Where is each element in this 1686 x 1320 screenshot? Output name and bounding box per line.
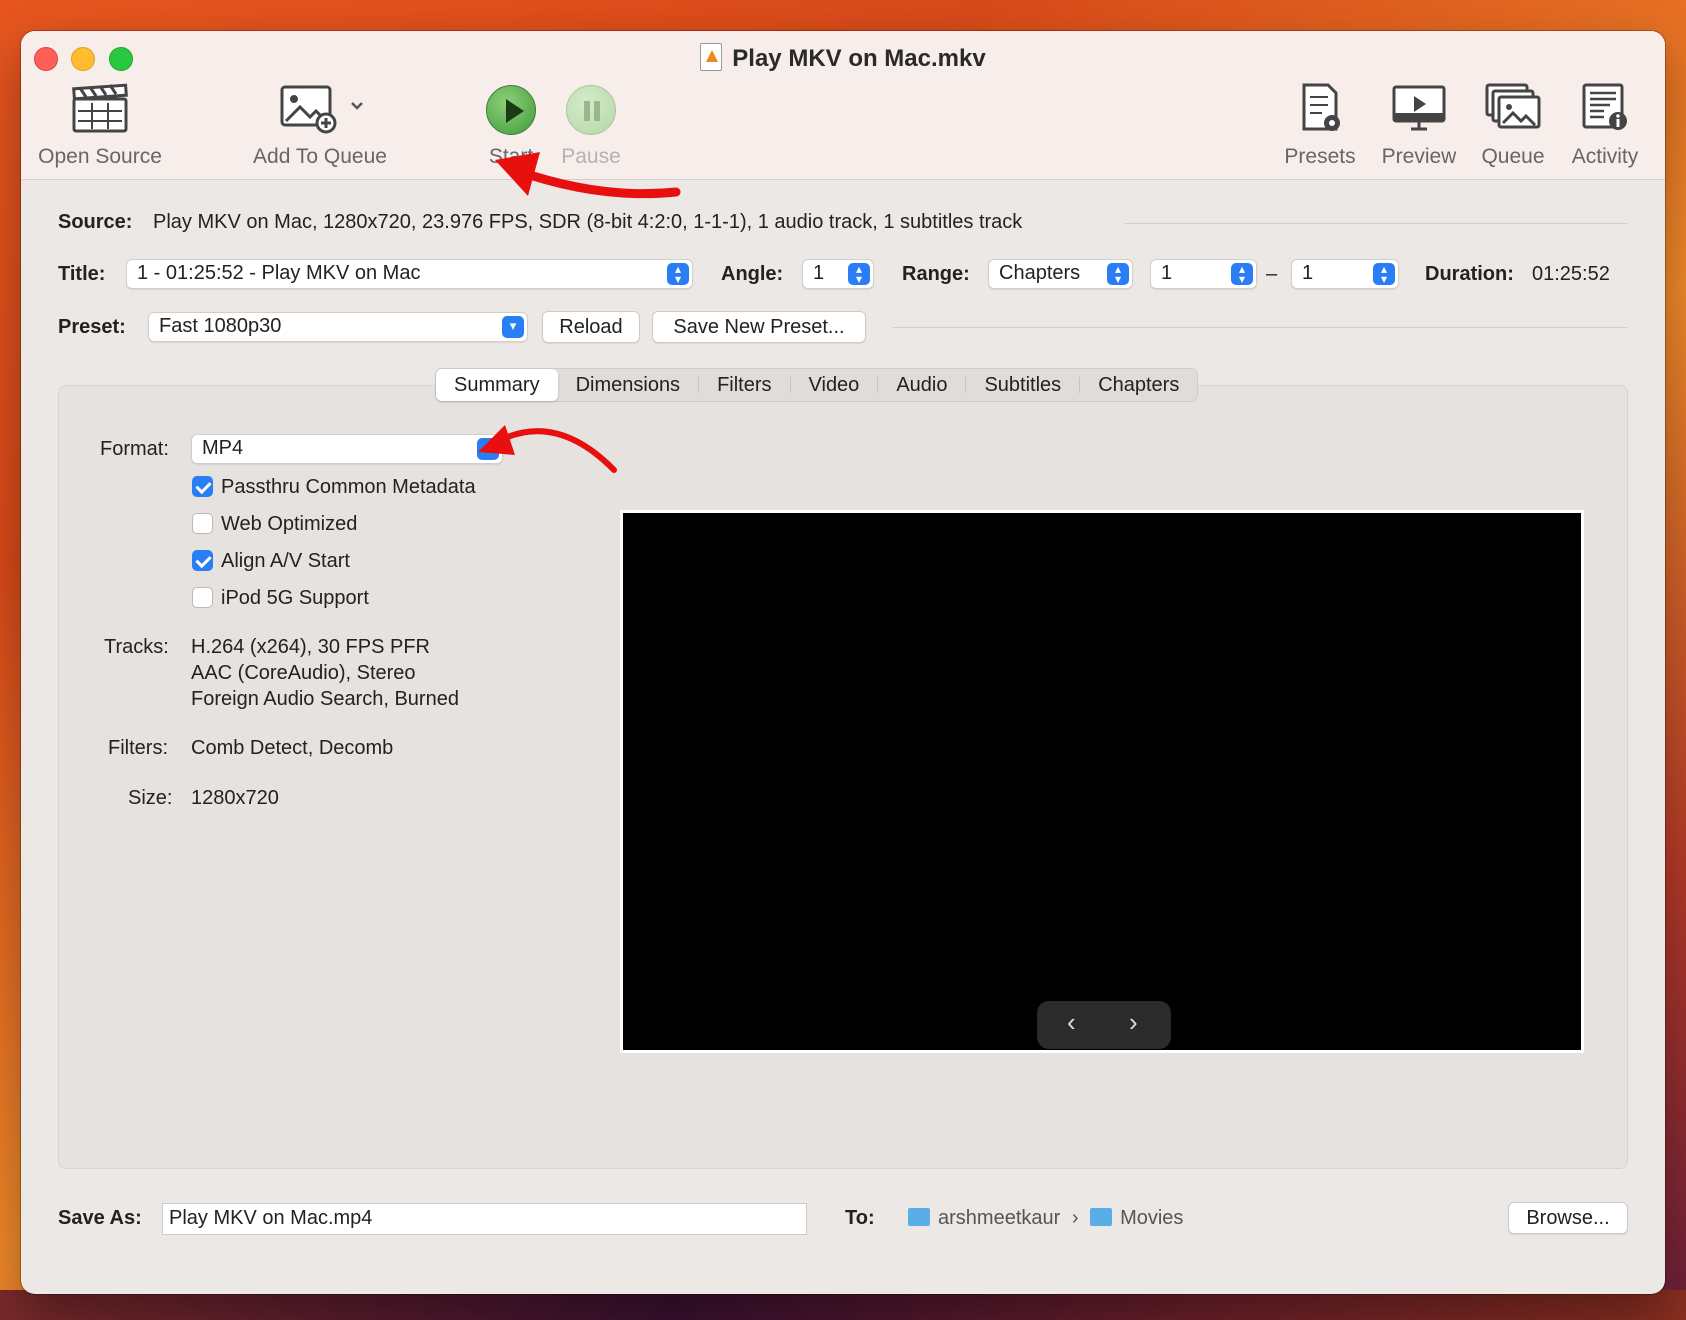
queue-icon xyxy=(1485,83,1541,129)
duration-label: Duration: xyxy=(1425,263,1514,285)
play-icon xyxy=(486,85,536,135)
presets-icon xyxy=(1302,83,1340,131)
add-to-queue-button[interactable]: Add To Queue xyxy=(235,81,405,169)
source-info: Play MKV on Mac, 1280x720, 23.976 FPS, S… xyxy=(153,211,1023,233)
range-dash: – xyxy=(1266,263,1278,285)
mkv-document-icon xyxy=(700,43,723,71)
chevron-down-icon: ▾ xyxy=(477,438,499,460)
divider xyxy=(893,327,1628,328)
range-label: Range: xyxy=(902,263,970,285)
tab-summary[interactable]: Summary xyxy=(436,369,558,401)
passthru-metadata-checkbox[interactable]: Passthru Common Metadata xyxy=(192,476,476,499)
divider xyxy=(1125,223,1628,224)
size-value: 1280x720 xyxy=(191,787,279,809)
folder-icon xyxy=(1090,1208,1113,1226)
web-optimized-checkbox[interactable]: Web Optimized xyxy=(192,513,357,536)
activity-log-icon xyxy=(1582,83,1627,130)
format-select[interactable]: MP4 ▾ xyxy=(191,434,503,464)
ipod-5g-support-checkbox[interactable]: iPod 5G Support xyxy=(192,587,369,610)
angle-select[interactable]: 1 ▴ ▾ xyxy=(802,259,874,289)
reload-button[interactable]: Reload xyxy=(542,311,640,343)
save-as-field[interactable]: Play MKV on Mac.mp4 xyxy=(162,1203,807,1235)
open-source-button[interactable]: Open Source xyxy=(35,81,165,169)
save-as-label: Save As: xyxy=(58,1207,142,1229)
source-label: Source: xyxy=(58,211,133,233)
destination-label: To: xyxy=(845,1207,875,1229)
destination-path[interactable]: arshmeetkaur › Movies xyxy=(908,1207,1183,1230)
title-label: Title: xyxy=(58,263,106,285)
filters-label: Filters: xyxy=(108,737,168,759)
tab-filters[interactable]: Filters xyxy=(699,369,789,401)
track-video: H.264 (x264), 30 FPS PFR xyxy=(191,636,430,658)
clapperboard-icon xyxy=(72,83,128,133)
browse-button[interactable]: Browse... xyxy=(1508,1202,1628,1234)
home-folder-icon xyxy=(908,1208,930,1226)
previous-frame-button[interactable]: ‹ xyxy=(1067,1007,1076,1038)
preview-image[interactable]: ‹ › xyxy=(620,510,1584,1053)
range-start-select[interactable]: 1 ▴ ▾ xyxy=(1150,259,1257,289)
angle-label: Angle: xyxy=(721,263,784,285)
track-subtitle: Foreign Audio Search, Burned xyxy=(191,688,459,710)
chevron-down-icon: ▾ xyxy=(502,316,524,338)
chevron-down-icon xyxy=(351,102,363,110)
format-label: Format: xyxy=(100,438,169,460)
track-audio: AAC (CoreAudio), Stereo xyxy=(191,662,416,684)
preview-navigation: ‹ › xyxy=(1037,1001,1171,1049)
size-label: Size: xyxy=(128,787,173,809)
preset-select[interactable]: Fast 1080p30 ▾ xyxy=(148,312,528,342)
up-down-stepper-icon: ▴ ▾ xyxy=(1373,263,1395,285)
align-av-start-checkbox[interactable]: Align A/V Start xyxy=(192,550,350,573)
preview-button[interactable]: Preview xyxy=(1369,81,1469,169)
checkbox-icon xyxy=(192,550,213,571)
handbrake-window: Play MKV on Mac.mkv Open Source Add To Q… xyxy=(21,31,1665,1294)
pause-icon xyxy=(566,85,616,135)
checkbox-icon xyxy=(192,513,213,534)
range-type-select[interactable]: Chapters ▴ ▾ xyxy=(988,259,1133,289)
tab-chapters[interactable]: Chapters xyxy=(1080,369,1197,401)
next-frame-button[interactable]: › xyxy=(1129,1007,1138,1038)
up-down-stepper-icon: ▴ ▾ xyxy=(667,263,689,285)
tab-bar: Summary Dimensions Filters Video Audio S… xyxy=(435,368,1199,402)
tracks-label: Tracks: xyxy=(104,636,169,658)
desktop-wallpaper xyxy=(0,1290,1686,1320)
preset-label: Preset: xyxy=(58,316,126,338)
activity-button[interactable]: Activity xyxy=(1555,81,1655,169)
up-down-stepper-icon: ▴ ▾ xyxy=(1231,263,1253,285)
filters-value: Comb Detect, Decomb xyxy=(191,737,394,759)
up-down-stepper-icon: ▴ ▾ xyxy=(848,263,870,285)
title-select[interactable]: 1 - 01:25:52 - Play MKV on Mac ▴ ▾ xyxy=(126,259,693,289)
duration-value: 01:25:52 xyxy=(1532,263,1610,285)
save-new-preset-button[interactable]: Save New Preset... xyxy=(652,311,866,343)
queue-button[interactable]: Queue xyxy=(1473,81,1553,169)
checkbox-icon xyxy=(192,476,213,497)
presets-button[interactable]: Presets xyxy=(1275,81,1365,169)
window-title: Play MKV on Mac.mkv xyxy=(21,43,1665,73)
add-to-queue-icon xyxy=(280,85,363,134)
tab-video[interactable]: Video xyxy=(791,369,878,401)
range-end-select[interactable]: 1 ▴ ▾ xyxy=(1291,259,1399,289)
toolbar: Play MKV on Mac.mkv Open Source Add To Q… xyxy=(21,31,1665,180)
tab-audio[interactable]: Audio xyxy=(878,369,965,401)
tab-subtitles[interactable]: Subtitles xyxy=(966,369,1079,401)
pause-button[interactable]: Pause xyxy=(541,81,641,169)
tab-dimensions[interactable]: Dimensions xyxy=(558,369,698,401)
checkbox-icon xyxy=(192,587,213,608)
monitor-play-icon xyxy=(1392,85,1446,131)
up-down-stepper-icon: ▴ ▾ xyxy=(1107,263,1129,285)
